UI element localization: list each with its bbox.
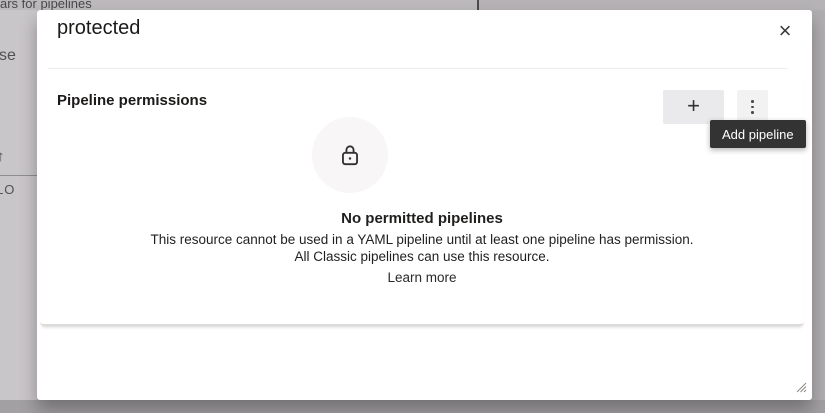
- zero-data-heading: No permitted pipelines: [40, 210, 804, 227]
- zero-data-body-line-1: This resource cannot be used in a YAML p…: [40, 231, 804, 248]
- pipeline-permissions-card: Pipeline permissions + No permitted pipe…: [40, 72, 804, 326]
- resize-grip[interactable]: [794, 380, 807, 393]
- background-vertical-divider: [477, 0, 479, 10]
- dimmed-page-right-strip: [812, 10, 825, 400]
- dimmed-page-left-strip: se ↑ LO: [0, 10, 37, 400]
- close-icon[interactable]: ×: [772, 18, 798, 44]
- more-options-button[interactable]: [737, 90, 768, 124]
- card-title: Pipeline permissions: [57, 92, 207, 109]
- dimmed-page-bottom-strip: [0, 400, 825, 413]
- title-divider: [48, 68, 788, 69]
- more-options-icon: [751, 100, 754, 114]
- zero-data-icon-circle: [312, 117, 388, 193]
- background-horizontal-divider: [0, 175, 37, 176]
- background-text-fragment: LO: [0, 182, 15, 197]
- lock-icon: [337, 142, 363, 168]
- background-page-heading-fragment: ars for pipelines: [0, 0, 92, 10]
- dimmed-page-top-strip: ars for pipelines: [0, 0, 825, 10]
- background-text-fragment: se: [0, 47, 16, 65]
- resource-permissions-dialog: protected × Pipeline permissions + No pe…: [37, 10, 812, 400]
- dialog-title: protected: [57, 17, 140, 40]
- dimmed-page-top-right-area: [479, 0, 825, 10]
- learn-more-link[interactable]: Learn more: [387, 270, 456, 285]
- add-pipeline-tooltip: Add pipeline: [710, 120, 806, 148]
- zero-data-body-line-2: All Classic pipelines can use this resou…: [40, 248, 804, 265]
- add-pipeline-button[interactable]: +: [663, 90, 724, 124]
- arrow-up-icon: ↑: [0, 148, 5, 165]
- zero-data-message: No permitted pipelines This resource can…: [40, 210, 804, 287]
- plus-icon: +: [687, 95, 700, 117]
